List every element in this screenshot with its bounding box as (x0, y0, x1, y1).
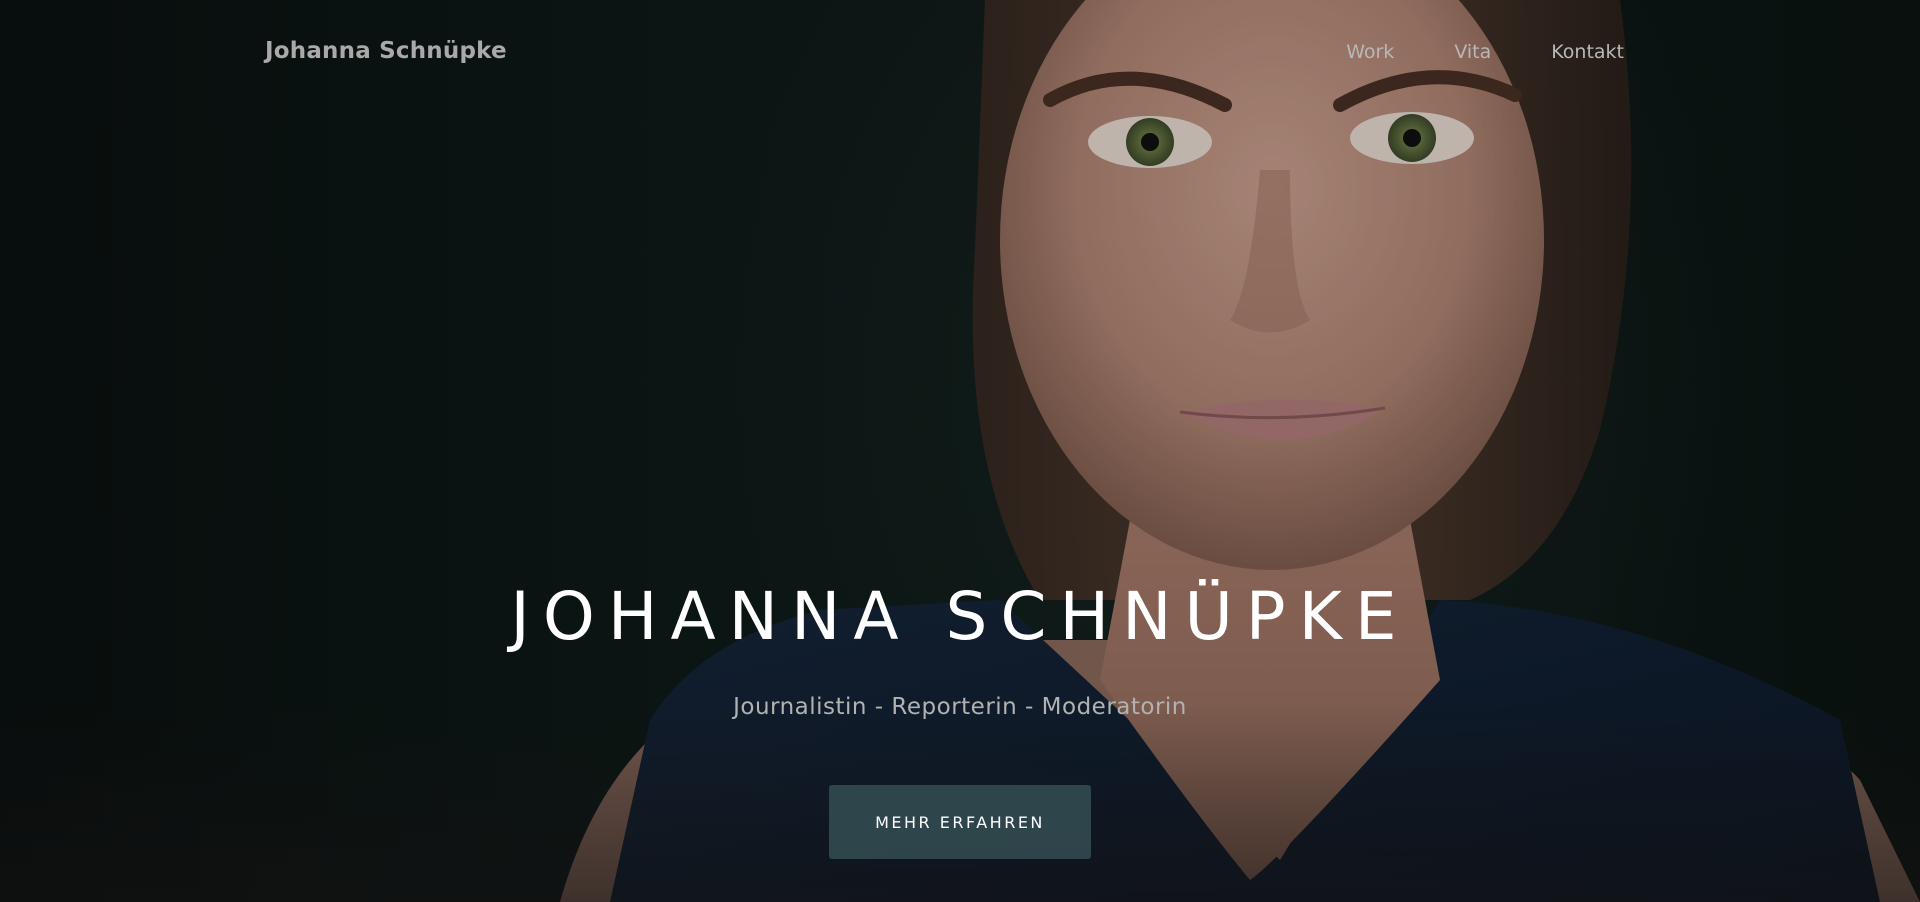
nav-item-kontakt: Kontakt (1551, 41, 1624, 63)
nav-item-work: Work (1346, 41, 1394, 63)
nav-link-vita[interactable]: Vita (1454, 41, 1491, 63)
top-navigation: Johanna Schnüpke Work Vita Kontakt (0, 0, 1920, 110)
nav-menu: Work Vita Kontakt (1346, 41, 1624, 63)
nav-link-work[interactable]: Work (1346, 41, 1394, 63)
nav-item-vita: Vita (1454, 41, 1491, 63)
brand-logo-link[interactable]: Johanna Schnüpke (265, 38, 507, 64)
hero-title: JOHANNA SCHNÜPKE (510, 578, 1410, 655)
mehr-erfahren-button[interactable]: MEHR ERFAHREN (829, 785, 1091, 859)
hero-section: Johanna Schnüpke Work Vita Kontakt JOHAN… (0, 0, 1920, 902)
hero-subtitle: Journalistin - Reporterin - Moderatorin (733, 694, 1187, 720)
portrait-photo (560, 0, 1920, 902)
nav-link-kontakt[interactable]: Kontakt (1551, 41, 1624, 63)
